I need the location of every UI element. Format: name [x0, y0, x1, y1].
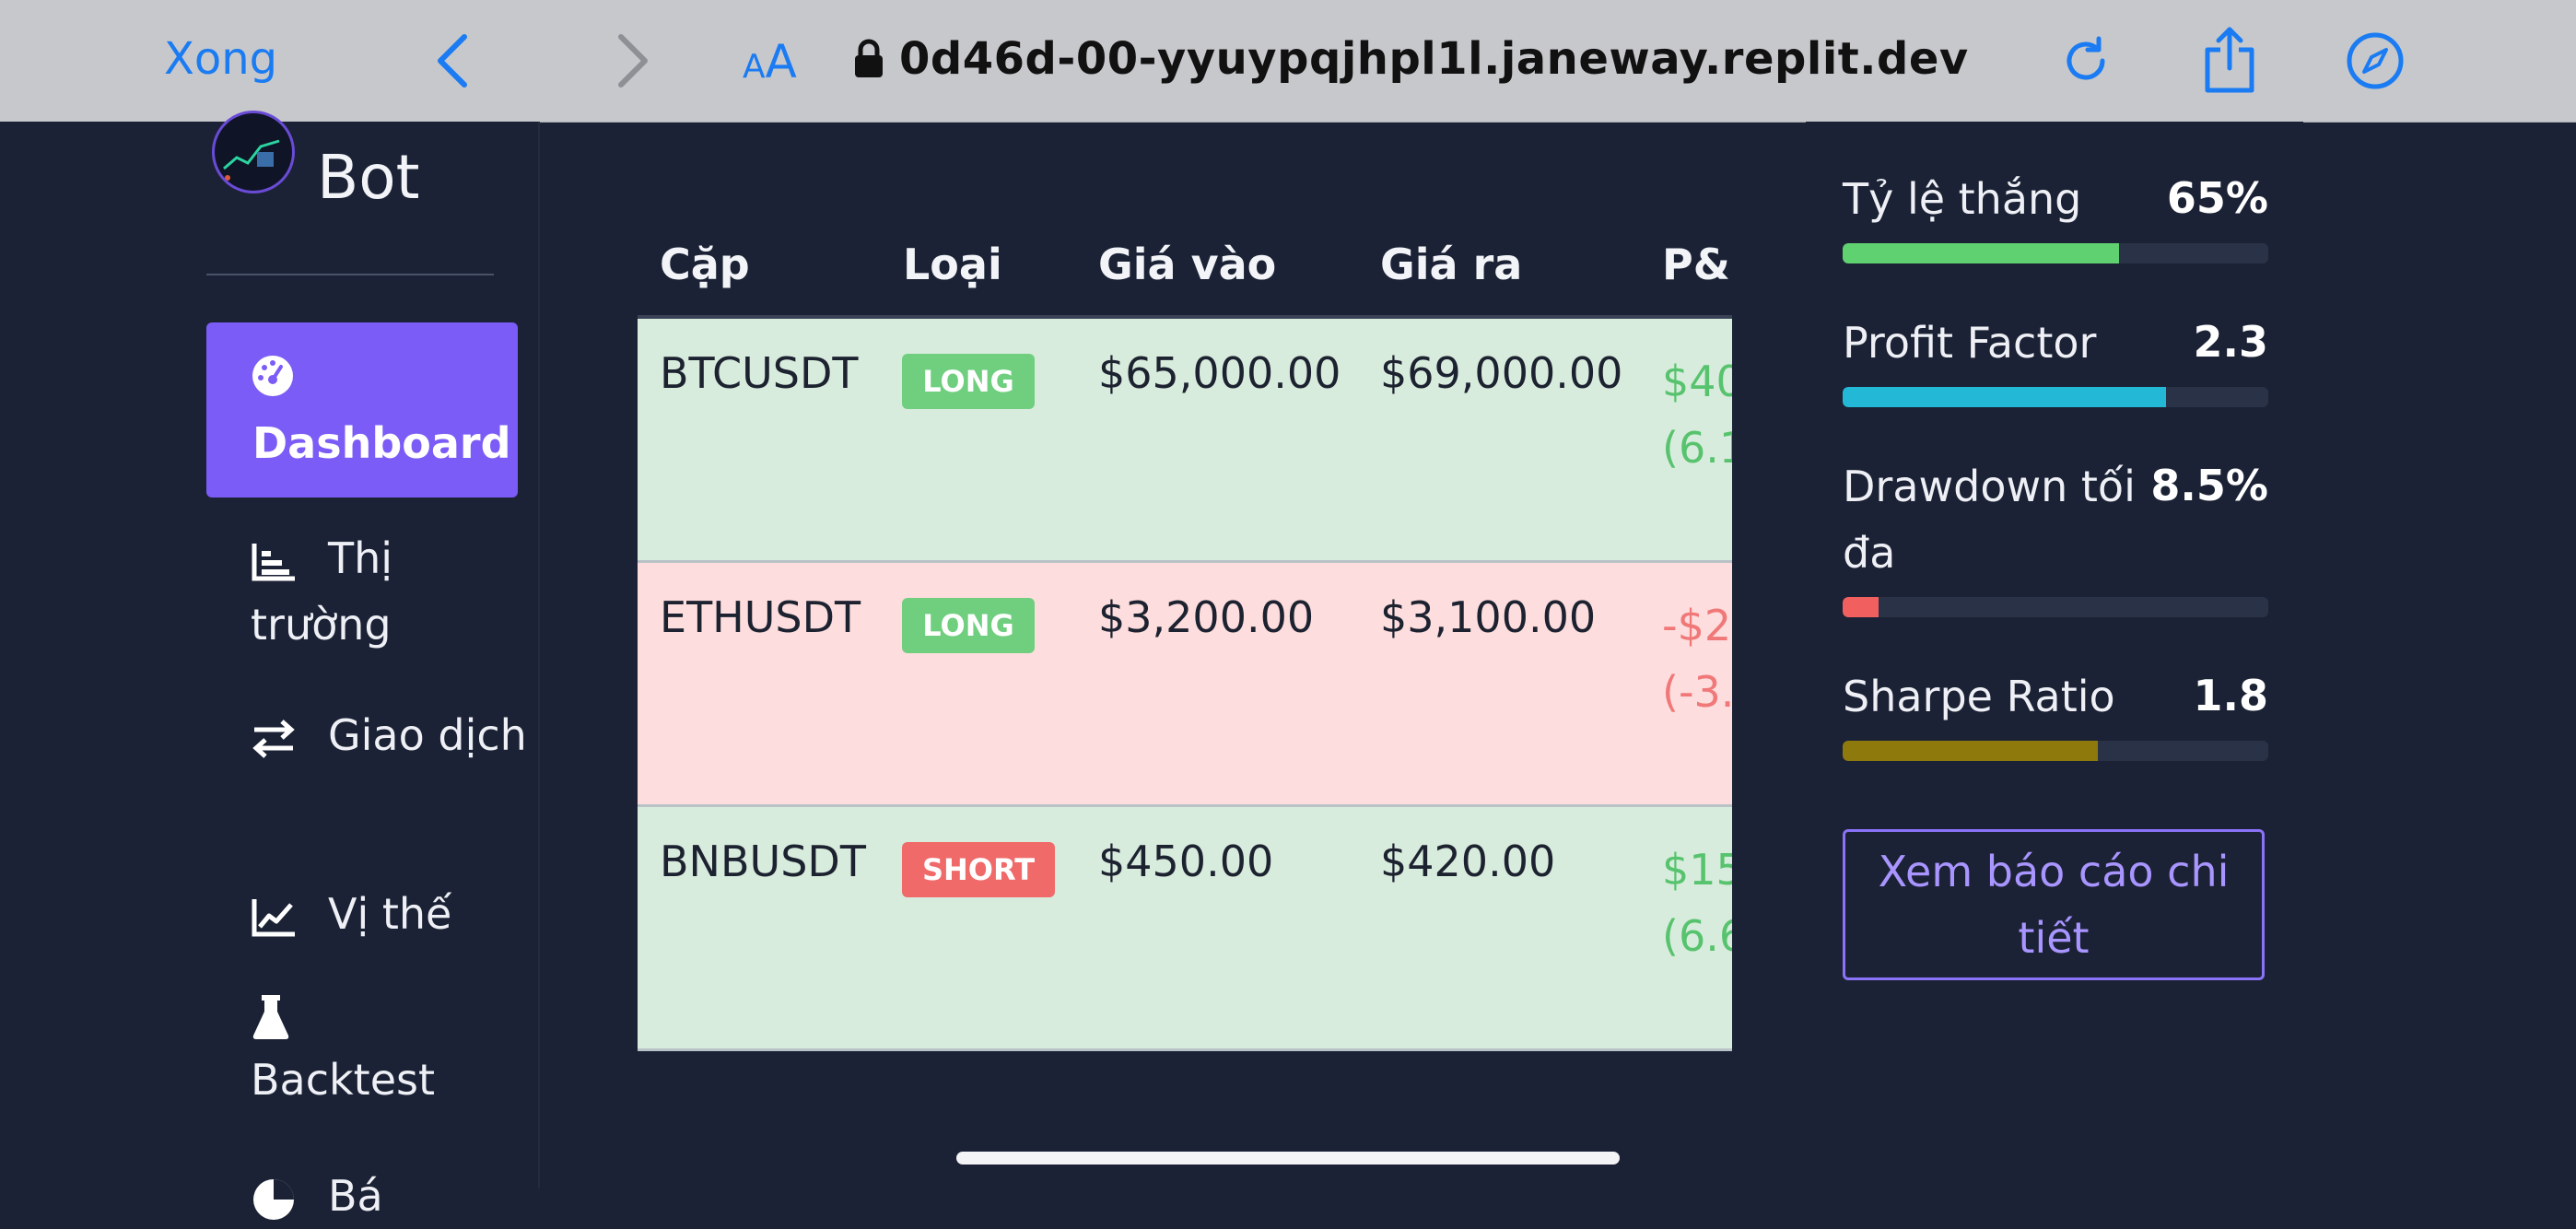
stat-label-profit-factor: Profit Factor — [1843, 318, 2097, 368]
sidebar-item-label: Bá — [328, 1171, 383, 1221]
table-row[interactable]: ETHUSDT LONG $3,200.00 $3,100.00 -$2 (-3. — [638, 563, 1732, 807]
pnl-cell: $15 (6.6 — [1662, 837, 1732, 969]
flask-icon — [252, 995, 289, 1039]
pnl-cell: -$2 (-3. — [1662, 592, 1732, 725]
pie-chart-icon — [253, 1178, 294, 1220]
forward-icon[interactable] — [612, 31, 652, 90]
sidebar-item-label: Giao dịch — [328, 710, 527, 760]
pnl-percent: (6.1 — [1662, 423, 1732, 473]
exit-price-cell: $69,000.00 — [1380, 348, 1623, 398]
sidebar-item-trade[interactable]: Giao dịch — [251, 702, 527, 768]
header-pnl: P&L — [1662, 240, 1732, 289]
bar-chart-icon — [252, 543, 295, 580]
entry-price-cell: $3,200.00 — [1098, 592, 1315, 642]
sidebar-item-label: Vị thế — [328, 889, 452, 939]
exit-price-cell: $3,100.00 — [1380, 592, 1597, 642]
pair-cell: ETHUSDT — [660, 592, 861, 642]
share-icon[interactable] — [2202, 26, 2257, 96]
entry-price-cell: $450.00 — [1098, 837, 1274, 886]
type-badge: SHORT — [902, 842, 1055, 897]
table-row[interactable]: BNBUSDT SHORT $450.00 $420.00 $15 (6.6 — [638, 807, 1732, 1051]
aa-large-label: A — [765, 35, 797, 88]
reload-icon[interactable] — [2060, 35, 2112, 87]
stat-label-win-rate: Tỷ lệ thắng — [1843, 174, 2082, 224]
pnl-percent: (6.6 — [1662, 911, 1732, 961]
type-badge: LONG — [902, 598, 1035, 653]
sidebar-divider — [206, 274, 494, 275]
win-rate-bar — [1843, 243, 2268, 263]
stat-value-sharpe-ratio: 1.8 — [2193, 671, 2269, 720]
address-bar[interactable]: 0d46d-00-yyuypqjhpl1l.janeway.replit.dev — [899, 33, 1969, 85]
compass-icon[interactable] — [2346, 31, 2405, 90]
performance-stats-panel: Tỷ lệ thắng 65% Profit Factor 2.3 Drawdo… — [1806, 122, 2303, 1043]
sidebar: Bot Dashboard Thị trường Giao dịch Vị th… — [0, 111, 540, 1221]
stat-value-max-drawdown: 8.5% — [2150, 461, 2268, 510]
sidebar-item-dashboard[interactable]: Dashboard — [206, 322, 518, 497]
sidebar-item-positions[interactable]: Vị thế — [251, 881, 527, 947]
max-drawdown-bar — [1843, 597, 2268, 617]
pnl-value: $40 — [1662, 357, 1732, 406]
bot-logo — [212, 111, 295, 193]
header-exit: Giá ra — [1380, 240, 1523, 289]
win-rate-bar-fill — [1843, 243, 2120, 263]
table-row[interactable]: BTCUSDT LONG $65,000.00 $69,000.00 $40 (6… — [638, 319, 1732, 563]
entry-price-cell: $65,000.00 — [1098, 348, 1341, 398]
brand-name: Bot — [317, 142, 420, 213]
pnl-cell: $40 (6.1 — [1662, 348, 1732, 481]
pnl-value: $15 — [1662, 845, 1732, 895]
sidebar-item-backtest[interactable]: Backtest — [251, 993, 527, 1113]
done-button[interactable]: Xong — [164, 33, 277, 85]
stat-label-max-drawdown: Drawdown tối đa — [1843, 462, 2136, 578]
header-pair: Cặp — [660, 240, 750, 289]
back-icon[interactable] — [433, 31, 474, 90]
sidebar-item-reports[interactable]: Bá — [251, 1163, 527, 1229]
sharpe-ratio-bar-fill — [1843, 741, 2099, 761]
trades-table: Cặp Loại Giá vào Giá ra P&L BTCUSDT LONG… — [638, 212, 1732, 1052]
text-size-button[interactable]: AA — [743, 35, 797, 88]
browser-toolbar: Xong AA 0d46d-00-yyuypqjhpl1l.janeway.re… — [0, 0, 2576, 123]
header-type: Loại — [903, 240, 1002, 289]
gauge-icon — [252, 356, 293, 396]
profit-factor-bar-fill — [1843, 387, 2167, 407]
aa-small-label: A — [743, 48, 766, 86]
type-badge: LONG — [902, 354, 1035, 409]
pnl-percent: (-3. — [1662, 667, 1732, 717]
max-drawdown-bar-fill — [1843, 597, 1879, 617]
stat-label-sharpe-ratio: Sharpe Ratio — [1843, 672, 2115, 721]
pair-cell: BNBUSDT — [660, 837, 866, 886]
stat-value-win-rate: 65% — [2166, 173, 2268, 223]
pair-cell: BTCUSDT — [660, 348, 859, 398]
sidebar-item-label: Dashboard — [252, 418, 511, 468]
stat-value-profit-factor: 2.3 — [2193, 317, 2269, 367]
profit-factor-bar — [1843, 387, 2268, 407]
exit-price-cell: $420.00 — [1380, 837, 1556, 886]
header-entry: Giá vào — [1098, 240, 1277, 289]
line-chart-icon — [252, 898, 295, 936]
view-report-button[interactable]: Xem báo cáo chi tiết — [1843, 829, 2265, 980]
table-header: Cặp Loại Giá vào Giá ra P&L — [638, 212, 1732, 319]
pnl-value: -$2 — [1662, 601, 1732, 650]
exchange-icon — [252, 719, 295, 758]
sidebar-item-market[interactable]: Thị trường — [251, 525, 527, 658]
sharpe-ratio-bar — [1843, 741, 2268, 761]
sidebar-item-label: Backtest — [251, 1055, 436, 1105]
lock-icon — [855, 39, 883, 77]
home-indicator — [956, 1152, 1620, 1165]
